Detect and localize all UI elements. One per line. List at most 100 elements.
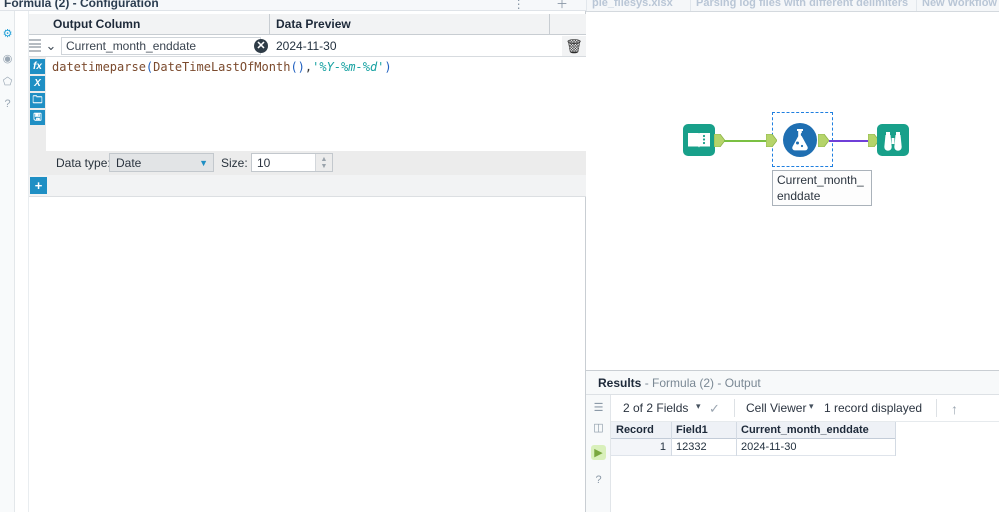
formula-configuration-panel: Formula (2) - Configuration ⋮ ＋ ⚙ ◉ ⬠ ? …	[0, 0, 586, 512]
header-data-preview: Data Preview	[276, 17, 351, 31]
header-divider-2	[549, 14, 550, 35]
open-button[interactable]: 🗀	[30, 93, 45, 108]
config-panel-title-bar: Formula (2) - Configuration ⋮ ＋	[0, 0, 586, 11]
check-icon[interactable]: ✓	[709, 401, 720, 417]
column-header-field1[interactable]: Field1	[676, 422, 708, 439]
formula-toolbar: fx X 🗀 🖫	[29, 57, 46, 151]
output-column-name-input[interactable]: Current_month_enddate	[61, 37, 261, 55]
cell-enddate: 2024-11-30	[741, 441, 797, 453]
tab-label: New Workflow	[922, 0, 997, 9]
tab-label: ple_filesys.xlsx	[592, 0, 673, 9]
format-string-token: '%Y-%m-%d'	[312, 60, 385, 74]
function-name-token: datetimeparse	[52, 60, 146, 74]
drag-handle-icon[interactable]	[29, 39, 41, 52]
paren-token-2: (	[290, 60, 298, 74]
cell-field1: 12332	[676, 441, 707, 453]
data-type-value: Date	[116, 156, 142, 170]
results-grid-header: Record Field1 Current_month_enddate	[611, 422, 896, 439]
add-column-row: +	[29, 175, 586, 197]
results-title: Results - Formula (2) - Output	[598, 376, 761, 390]
up-arrow-icon[interactable]: ↑	[951, 401, 958, 417]
formula-tool[interactable]	[782, 122, 818, 158]
add-column-button[interactable]: +	[30, 177, 47, 194]
binoculars-icon	[875, 122, 911, 158]
data-type-label: Data type:	[56, 156, 111, 170]
clear-icon[interactable]: ✕	[254, 39, 268, 53]
data-type-row: Data type: Date ▼ Size: 10 ▲ ▼	[46, 151, 586, 175]
table-row[interactable]: 1 12332 2024-11-30	[611, 439, 896, 456]
alteryx-designer-window: Formula (2) - Configuration ⋮ ＋ ⚙ ◉ ⬠ ? …	[0, 0, 999, 512]
fx-button[interactable]: fx	[30, 59, 45, 74]
results-title-rest: - Formula (2) - Output	[641, 376, 761, 390]
output-column-row: ⌄ Current_month_enddate ✕ 2024-11-30 🗑	[29, 35, 586, 57]
column-header-enddate[interactable]: Current_month_enddate	[741, 422, 869, 439]
help-icon[interactable]: ?	[1, 98, 14, 111]
workflow-tab-3[interactable]: New Workflow	[916, 0, 999, 11]
connection-formula-to-browse[interactable]	[829, 140, 871, 142]
formula-expression-editor[interactable]: datetimeparse(DateTimeLastOfMonth(),'%Y-…	[46, 57, 586, 151]
help-icon[interactable]: ?	[591, 472, 606, 487]
paren-token-3: )	[297, 60, 305, 74]
variable-button[interactable]: X	[30, 76, 45, 91]
chevron-down-icon[interactable]: ▾	[696, 401, 701, 412]
fields-selector[interactable]: 2 of 2 Fields	[623, 401, 688, 415]
formula-expression-text: datetimeparse(DateTimeLastOfMonth(),'%Y-…	[52, 60, 392, 74]
grid-vertical-line	[671, 422, 672, 456]
workflow-tab-1[interactable]: ple_filesys.xlsx	[586, 0, 678, 11]
output-anchor-icon[interactable]: ▶	[591, 445, 606, 460]
book-icon	[681, 122, 717, 158]
tab-label: Parsing log files with different delimit…	[696, 0, 909, 9]
cell-record: 1	[659, 441, 666, 453]
column-header-record[interactable]: Record	[616, 422, 654, 439]
input-anchor-formula[interactable]	[765, 133, 778, 148]
paren-token-4: )	[384, 60, 392, 74]
results-icon-rail: ☰ ◫ ▶ ?	[586, 395, 611, 512]
chevron-down-icon-2[interactable]: ▾	[809, 401, 814, 412]
results-panel: Results - Formula (2) - Output ☰ ◫ ▶ ? 2…	[586, 370, 999, 512]
config-panel-title: Formula (2) - Configuration	[4, 0, 159, 10]
tool-annotation-label[interactable]: Current_month_enddate	[772, 170, 872, 206]
chevron-down-icon[interactable]: ⌄	[43, 37, 59, 55]
size-value: 10	[257, 156, 271, 170]
output-columns-header: Output Column Data Preview	[29, 14, 586, 35]
panel-icon[interactable]: ◫	[591, 420, 606, 435]
workflow-tab-strip: ple_filesys.xlsx Parsing log files with …	[586, 0, 999, 12]
gear-icon[interactable]: ⚙	[1, 28, 14, 41]
size-stepper[interactable]: ▲ ▼	[315, 154, 332, 171]
delete-icon[interactable]: 🗑	[562, 36, 586, 56]
text-input-tool[interactable]	[681, 122, 717, 158]
results-title-bold: Results	[598, 376, 642, 390]
results-title-bar: Results - Formula (2) - Output	[586, 371, 999, 395]
output-anchor-formula[interactable]	[817, 133, 830, 148]
cell-viewer-selector[interactable]: Cell Viewer	[746, 401, 806, 415]
size-input[interactable]: 10 ▲ ▼	[251, 153, 333, 172]
list-view-icon[interactable]: ☰	[591, 400, 606, 415]
panel-header-icons[interactable]: ⋮ ＋	[513, 0, 582, 10]
workspace-pane: ple_filesys.xlsx Parsing log files with …	[586, 0, 999, 512]
data-type-select[interactable]: Date ▼	[109, 153, 214, 172]
header-output-column: Output Column	[53, 17, 141, 31]
record-count-label: 1 record displayed	[824, 401, 923, 415]
stepper-up-icon[interactable]: ▲	[321, 156, 328, 163]
results-toolbar: 2 of 2 Fields ▾ ✓ Cell Viewer ▾ 1 record…	[611, 395, 999, 422]
stepper-down-icon[interactable]: ▼	[321, 163, 328, 170]
flask-icon	[782, 122, 818, 158]
header-divider	[269, 14, 270, 35]
size-label: Size:	[221, 156, 248, 170]
config-side-strip	[15, 11, 29, 512]
data-preview-value: 2024-11-30	[276, 39, 337, 53]
function-name-token-2: DateTimeLastOfMonth	[153, 60, 291, 74]
workflow-canvas[interactable]: Current_month_enddate	[586, 12, 999, 370]
results-grid: Record Field1 Current_month_enddate 1 12…	[611, 422, 999, 512]
config-icon-rail: ⚙ ◉ ⬠ ?	[0, 11, 15, 512]
eye-icon[interactable]: ◉	[1, 53, 14, 66]
tag-icon[interactable]: ⬠	[1, 76, 14, 89]
workflow-tab-2[interactable]: Parsing log files with different delimit…	[690, 0, 913, 11]
grid-vertical-line-3	[895, 422, 896, 456]
connection-input-to-formula[interactable]	[724, 140, 772, 142]
toolbar-divider-2	[936, 399, 937, 417]
grid-vertical-line-2	[736, 422, 737, 456]
browse-tool[interactable]	[875, 122, 911, 158]
save-button[interactable]: 🖫	[30, 110, 45, 125]
toolbar-divider	[734, 399, 735, 417]
